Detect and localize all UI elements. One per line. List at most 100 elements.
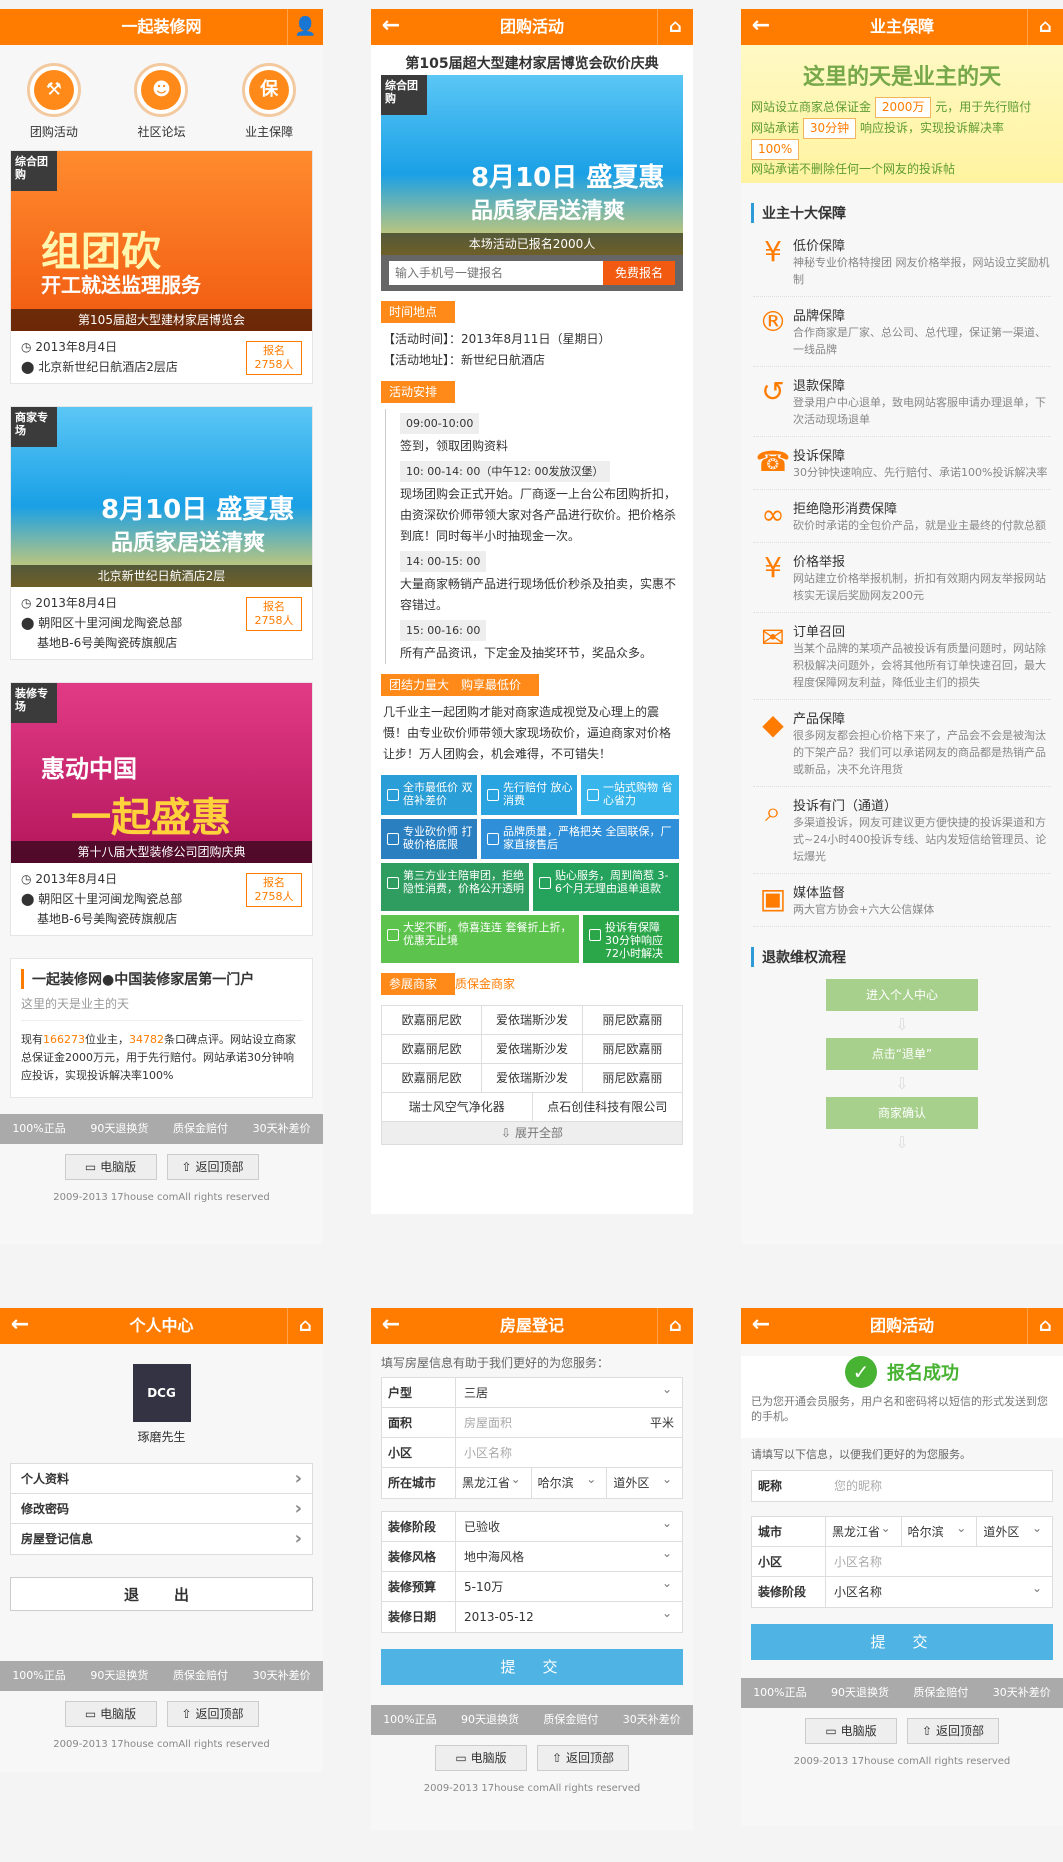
home-icon[interactable]: ⌂ bbox=[287, 1308, 323, 1344]
promise: 90天退换货 bbox=[90, 1669, 149, 1682]
nav-label: 团购活动 bbox=[29, 125, 78, 139]
item-title: 品牌保障 bbox=[793, 309, 846, 324]
l: 返回顶部 bbox=[935, 1724, 984, 1738]
header: ← 团购活动 ⌂ bbox=[371, 9, 693, 45]
event-card[interactable]: 装修专场 惠动中国 一起盛惠 第十八届大型装修公司团购庆典 ◷ 2013年8月4… bbox=[10, 682, 313, 936]
nav-guarantee[interactable]: 保业主保障 bbox=[242, 63, 297, 140]
brand-cell[interactable]: 丽尼欧嘉丽 bbox=[583, 1064, 682, 1092]
province-select[interactable]: 黑龙江省 bbox=[456, 1464, 532, 1498]
page-title: 个人中心 bbox=[129, 1316, 194, 1335]
pc-version-button[interactable]: ▭ 电脑版 bbox=[64, 1701, 157, 1727]
item-title: 订单召回 bbox=[793, 625, 846, 640]
back-arrow-icon[interactable]: ← bbox=[741, 9, 781, 45]
schedule-desc: 现场团购会正式开始。厂商逐一上台公布团购折扣，由资深砍价师带领大家对各产品进行砍… bbox=[400, 487, 677, 543]
stage-select[interactable]: 已验收 bbox=[456, 1508, 682, 1541]
back-arrow-icon[interactable]: ← bbox=[371, 1308, 411, 1344]
field-label: 小区 bbox=[752, 1547, 826, 1576]
signup-badge[interactable]: 报名 2758人 bbox=[246, 341, 302, 375]
brand-cell[interactable]: 爱依瑞斯沙发 bbox=[482, 1006, 583, 1034]
avatar[interactable]: DCG bbox=[132, 1364, 191, 1422]
location-icon: ⬤ bbox=[21, 892, 35, 906]
submit-button[interactable]: 提 交 bbox=[381, 1649, 683, 1685]
event-card[interactable]: 商家专场 8月10日 盛夏惠 品质家居送清爽 北京新世纪日航酒店2层 ◷ 201… bbox=[10, 406, 313, 660]
exhibitors-tab[interactable]: 参展商家 bbox=[381, 973, 456, 995]
back-to-top-button[interactable]: ⇧ 返回顶部 bbox=[907, 1718, 999, 1744]
stage-select[interactable]: 小区名称 bbox=[826, 1573, 1052, 1607]
event-address-line2: 基地B-6号美陶瓷砖旗舰店 bbox=[37, 636, 178, 650]
nav-forum[interactable]: ☻ 社区论坛 bbox=[134, 63, 189, 140]
field-label: 装修风格 bbox=[382, 1542, 456, 1571]
city-select[interactable]: 哈尔滨 bbox=[902, 1513, 978, 1546]
back-to-top-button[interactable]: ⇧ 返回顶部 bbox=[166, 1701, 259, 1727]
district-select[interactable]: 道外区 bbox=[607, 1464, 682, 1498]
layout-select[interactable]: 三居 bbox=[456, 1374, 682, 1407]
success-title: 报名成功 bbox=[887, 1363, 959, 1384]
phone-input[interactable] bbox=[389, 261, 603, 285]
feature-tile: 贴心服务，周到简惹 3-6个月无理由退单退款 bbox=[533, 863, 679, 911]
expand-all-button[interactable]: ⇩ 展开全部 bbox=[382, 1122, 682, 1144]
brand-cell[interactable]: 丽尼欧嘉丽 bbox=[583, 1035, 682, 1063]
brand-cell[interactable]: 爱依瑞斯沙发 bbox=[482, 1064, 583, 1092]
submit-button[interactable]: 提 交 bbox=[751, 1624, 1053, 1660]
user-icon[interactable]: 👤 bbox=[287, 9, 323, 45]
home-icon[interactable]: ⌂ bbox=[657, 1308, 693, 1344]
brand-cell[interactable]: 丽尼欧嘉丽 bbox=[583, 1006, 682, 1034]
menu-item-house-info[interactable]: 房屋登记信息 bbox=[11, 1524, 312, 1554]
province-select[interactable]: 黑龙江省 bbox=[826, 1513, 902, 1546]
field-label: 装修阶段 bbox=[752, 1577, 826, 1607]
promise-bar: 100%正品 90天退换货 质保金赔付 30天补差价 bbox=[0, 1114, 323, 1144]
event-banner[interactable]: 商家专场 8月10日 盛夏惠 品质家居送清爽 北京新世纪日航酒店2层 bbox=[11, 407, 312, 587]
brand-cell[interactable]: 欧嘉丽尼欧 bbox=[382, 1006, 483, 1034]
field-label: 所在城市 bbox=[382, 1468, 456, 1498]
page-title: 业主保障 bbox=[869, 17, 934, 36]
brand-cell[interactable]: 爱依瑞斯沙发 bbox=[482, 1035, 583, 1063]
back-arrow-icon[interactable]: ← bbox=[0, 1308, 40, 1344]
date-select[interactable]: 2013-05-12 bbox=[456, 1598, 682, 1632]
promise: 100%正品 bbox=[12, 1669, 66, 1682]
signup-badge[interactable]: 报名 2758人 bbox=[246, 873, 302, 907]
schedule-time: 10: 00-14: 00（中午12: 00发放汉堡） bbox=[400, 461, 610, 482]
pc-version-button[interactable]: ▭ 电脑版 bbox=[435, 1745, 527, 1771]
budget-select[interactable]: 5-10万 bbox=[456, 1568, 682, 1601]
community-input[interactable]: 小区名称 bbox=[456, 1438, 682, 1467]
pc-version-button[interactable]: ▭ 电脑版 bbox=[805, 1718, 897, 1744]
home-icon[interactable]: ⌂ bbox=[657, 9, 693, 45]
brand-cell[interactable]: 点石创佳科技有限公司 bbox=[533, 1093, 683, 1121]
guarantee-item: ⌕ 投诉有门（通道） 多渠道投诉，网友可建议更方便快捷的投诉渠道和方式~24小时40… bbox=[753, 795, 1051, 874]
brand-cell[interactable]: 欧嘉丽尼欧 bbox=[382, 1064, 483, 1092]
signup-badge[interactable]: 报名 2758人 bbox=[246, 597, 302, 631]
review-count: 34782 bbox=[129, 1033, 164, 1046]
event-address: 北京新世纪日航酒店2层店 bbox=[38, 360, 178, 374]
style-select[interactable]: 地中海风格 bbox=[456, 1538, 682, 1571]
back-arrow-icon[interactable]: ← bbox=[741, 1308, 781, 1344]
pc-version-button[interactable]: ▭ 电脑版 bbox=[64, 1154, 157, 1180]
nav-group-buy[interactable]: ⚒ 团购活动 bbox=[26, 63, 81, 140]
logout-button[interactable]: 退 出 bbox=[10, 1577, 313, 1611]
deposit-merchants-tab[interactable]: 质保金商家 bbox=[455, 977, 515, 991]
section-tag: 团结力量大 购享最低价 bbox=[381, 674, 540, 696]
back-arrow-icon[interactable]: ← bbox=[371, 9, 411, 45]
event-card[interactable]: 综合团购 组团砍 开工就送监理服务 第105届超大型建材家居博览会 ◷ 2013… bbox=[10, 150, 313, 384]
back-to-top-button[interactable]: ⇧ 返回顶部 bbox=[166, 1154, 259, 1180]
brand-cell[interactable]: 瑞士风空气净化器 bbox=[382, 1093, 533, 1121]
event-banner[interactable]: 装修专场 惠动中国 一起盛惠 第十八届大型装修公司团购庆典 bbox=[11, 683, 312, 863]
home-icon[interactable]: ⌂ bbox=[1027, 9, 1063, 45]
free-signup-button[interactable]: 免费报名 bbox=[603, 261, 675, 285]
area-input[interactable]: 房屋面积 平米 bbox=[456, 1408, 682, 1437]
city-select[interactable]: 哈尔滨 bbox=[532, 1464, 608, 1498]
home-icon[interactable]: ⌂ bbox=[1027, 1308, 1063, 1344]
copyright: 2009-2013 17house comAll rights reserved bbox=[53, 1739, 270, 1750]
nickname-input[interactable]: 您的昵称 bbox=[826, 1471, 1052, 1501]
field-label: 装修预算 bbox=[382, 1572, 456, 1601]
badge-count: 2758人 bbox=[254, 614, 294, 627]
item-desc: 很多网友都会担心价格下来了，产品会不会是被淘汰的下架产品？我们可以承诺网友的商品… bbox=[793, 729, 1046, 776]
menu-item-password[interactable]: 修改密码 bbox=[11, 1494, 312, 1524]
district-select[interactable]: 道外区 bbox=[977, 1513, 1052, 1546]
hourglass-icon: ∞ bbox=[761, 498, 785, 531]
menu-item-profile[interactable]: 个人资料 bbox=[11, 1464, 312, 1494]
community-input[interactable]: 小区名称 bbox=[826, 1547, 1052, 1576]
event-banner[interactable]: 综合团购 组团砍 开工就送监理服务 第105届超大型建材家居博览会 bbox=[11, 151, 312, 331]
back-to-top-button[interactable]: ⇧ 返回顶部 bbox=[537, 1745, 629, 1771]
brand-cell[interactable]: 欧嘉丽尼欧 bbox=[382, 1035, 483, 1063]
owner-count: 166273 bbox=[43, 1033, 85, 1046]
